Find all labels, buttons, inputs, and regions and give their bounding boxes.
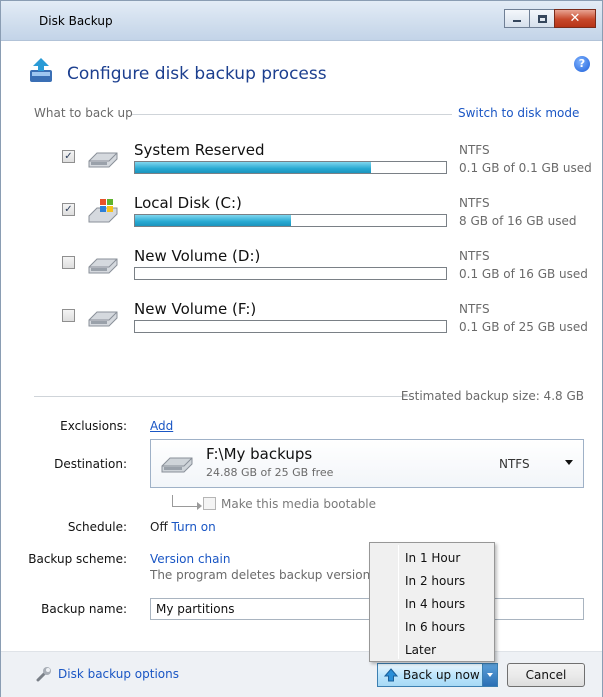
back-up-now-dropdown-button[interactable] (482, 664, 497, 686)
volume-row[interactable]: ✓ Local Disk (C:) NTFS 8 GB of 16 GB used (1, 194, 603, 246)
what-to-back-up-label: What to back up (34, 106, 133, 120)
drive-icon (87, 145, 119, 173)
volume-name: New Volume (D:) (134, 247, 261, 265)
section-divider (132, 114, 452, 115)
menu-item-later[interactable]: Later (405, 643, 436, 657)
volume-name: New Volume (F:) (134, 300, 257, 318)
minimize-button[interactable] (504, 9, 530, 28)
bootable-label: Make this media bootable (221, 497, 377, 511)
add-exclusion-link[interactable]: Add (150, 419, 173, 433)
volume-usage-fill (135, 162, 372, 173)
volume-row[interactable]: ✓ System Reserved NTFS 0.1 GB of 0.1 GB use… (1, 141, 603, 193)
maximize-button[interactable] (529, 9, 555, 28)
windows-drive-icon (87, 198, 119, 226)
back-up-now-button[interactable]: Back up now (377, 663, 498, 687)
exclusions-label: Exclusions: (60, 419, 127, 433)
disk-backup-window: Disk Backup ✕ Configure disk backup proc… (0, 0, 603, 697)
backup-scheme-description: The program deletes backup versions o (150, 568, 370, 582)
minimize-icon (513, 20, 521, 22)
maximize-icon (537, 14, 547, 23)
close-icon: ✕ (569, 11, 581, 26)
volume-usage-fill (135, 215, 291, 226)
volume-filesystem: NTFS (459, 196, 490, 210)
schedule-label: Schedule: (67, 520, 127, 534)
destination-selector[interactable]: F:\My backups 24.88 GB of 25 GB free NTF… (150, 439, 584, 488)
volume-usage-text: 8 GB of 16 GB used (459, 214, 577, 228)
version-chain-link[interactable]: Version chain (150, 552, 230, 566)
menu-item-in-2-hours[interactable]: In 2 hours (405, 574, 465, 588)
volume-usage-text: 0.1 GB of 16 GB used (459, 267, 588, 281)
volume-filesystem: NTFS (459, 143, 490, 157)
backup-name-input[interactable] (150, 598, 584, 620)
menu-gutter (398, 545, 399, 659)
back-up-now-menu: In 1 Hour In 2 hours In 4 hours In 6 hou… (369, 542, 495, 662)
estimated-size: Estimated backup size: 4.8 GB (400, 389, 584, 403)
backup-scheme-label: Backup scheme: (28, 552, 127, 566)
volume-usage-text: 0.1 GB of 25 GB used (459, 320, 588, 334)
volume-checkbox[interactable] (62, 256, 75, 269)
backup-name-label: Backup name: (41, 602, 127, 616)
volume-row[interactable]: New Volume (D:) NTFS 0.1 GB of 16 GB used (1, 247, 603, 299)
volume-row[interactable]: New Volume (F:) NTFS 0.1 GB of 25 GB used (1, 300, 603, 352)
schedule-value: Off Turn on (150, 520, 216, 534)
back-up-now-label: Back up now (403, 668, 480, 682)
window-controls: ✕ (504, 9, 596, 28)
destination-free-space: 24.88 GB of 25 GB free (206, 466, 334, 479)
arrow-up-icon (384, 668, 398, 682)
close-button[interactable]: ✕ (554, 9, 596, 28)
page-title: Configure disk backup process (67, 64, 327, 84)
volume-usage-bar (134, 320, 447, 333)
switch-to-disk-mode-link[interactable]: Switch to disk mode (458, 106, 579, 120)
arrow-icon (172, 495, 202, 510)
disk-backup-icon (30, 58, 52, 82)
menu-item-in-6-hours[interactable]: In 6 hours (405, 620, 465, 634)
volume-filesystem: NTFS (459, 302, 490, 316)
window-title: Disk Backup (39, 14, 113, 28)
wrench-icon (36, 667, 51, 682)
volume-name: Local Disk (C:) (134, 194, 242, 212)
volume-checkbox[interactable]: ✓ (62, 203, 75, 216)
drive-icon (87, 304, 119, 332)
chevron-down-icon[interactable] (565, 460, 573, 465)
volume-usage-bar (134, 267, 447, 280)
bootable-checkbox[interactable] (203, 497, 216, 510)
volume-usage-bar (134, 161, 447, 174)
volume-usage-text: 0.1 GB of 0.1 GB used (459, 161, 592, 175)
schedule-state: Off (150, 520, 168, 534)
volume-usage-bar (134, 214, 447, 227)
menu-item-in-4-hours[interactable]: In 4 hours (405, 597, 465, 611)
volume-checkbox[interactable]: ✓ (62, 150, 75, 163)
destination-filesystem: NTFS (499, 457, 530, 471)
drive-icon (87, 251, 119, 279)
menu-item-in-1-hour[interactable]: In 1 Hour (405, 551, 460, 565)
drive-icon (161, 457, 193, 473)
destination-label: Destination: (54, 457, 127, 471)
volume-name: System Reserved (134, 141, 265, 159)
estimate-divider (34, 396, 410, 397)
disk-backup-options-link[interactable]: Disk backup options (58, 667, 179, 681)
destination-path: F:\My backups (206, 445, 313, 463)
help-icon[interactable]: ? (574, 56, 590, 72)
title-bar[interactable]: Disk Backup ✕ (1, 1, 602, 41)
volume-checkbox[interactable] (62, 309, 75, 322)
turn-on-link[interactable]: Turn on (172, 520, 216, 534)
volume-filesystem: NTFS (459, 249, 490, 263)
cancel-button[interactable]: Cancel (507, 663, 585, 687)
